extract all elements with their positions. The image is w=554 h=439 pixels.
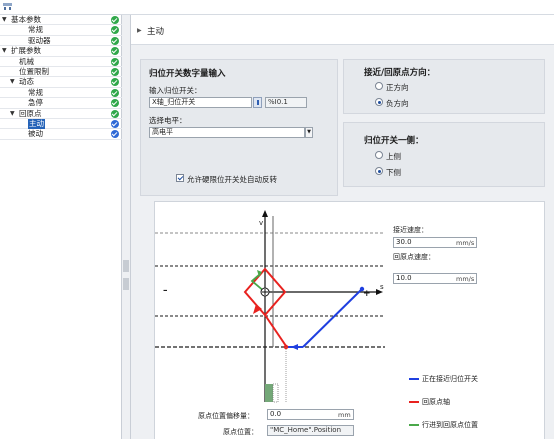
chevron-right-icon: ▶ — [137, 27, 142, 34]
tree-item-label: 位置限制 — [19, 67, 49, 76]
tree-item-label: 常规 — [28, 25, 43, 35]
panel-title: 接近/回原点方向： — [364, 68, 436, 78]
tree-item[interactable]: 被动 — [0, 129, 122, 140]
legend-travel-label: 行进到回原点位置 — [422, 421, 478, 429]
settings-content: ▶ 主动 归位开关数字量输入 输入归位开关： X轴_归位开关 %I0.1 选择电… — [131, 15, 554, 439]
side-upper-radio[interactable] — [375, 151, 383, 159]
offset-label: 原点位置偏移量： — [198, 412, 254, 420]
auto-reverse-checkbox[interactable] — [176, 174, 184, 182]
tree-item-label: 回原点 — [19, 108, 42, 118]
status-ok-icon — [111, 47, 119, 56]
section-header: ▶ 主动 — [131, 15, 554, 45]
chevron-down-icon[interactable]: ▼ — [305, 127, 313, 138]
tree-item[interactable]: 常规 — [0, 87, 122, 99]
legend-approach-label: 正在接近归位开关 — [422, 375, 478, 383]
direction-positive-radio[interactable] — [375, 82, 383, 90]
side-upper-label: 上侧 — [386, 152, 401, 161]
expand-toggle-icon[interactable]: ▼ — [10, 78, 15, 86]
legend-homing-line — [409, 401, 419, 403]
direction-positive-label: 正方向 — [386, 83, 409, 92]
homing-speed-label: 回原点速度： — [393, 253, 435, 261]
tree-item[interactable]: 主动 — [0, 119, 122, 130]
offset-unit: mm — [338, 411, 351, 419]
tree-item[interactable]: 急停 — [0, 98, 122, 109]
positive-sign: + — [363, 289, 371, 299]
tree-item-label: 被动 — [28, 129, 43, 139]
tree-item-label: 基本参数 — [11, 15, 41, 24]
tree-item[interactable]: 位置限制 — [0, 67, 122, 78]
status-ok-icon — [111, 36, 119, 45]
side-lower-radio[interactable] — [375, 167, 383, 175]
status-ok-icon — [111, 16, 119, 24]
network-view-icon[interactable] — [3, 3, 12, 11]
tree-item[interactable]: ▼ 扩展参数 — [0, 46, 122, 57]
v-axis-label: v — [259, 219, 264, 227]
level-select[interactable]: 高电平 — [149, 127, 305, 138]
status-ok-icon — [111, 130, 119, 139]
tree-item-label: 动态 — [19, 77, 34, 87]
tree-item-label: 扩展参数 — [11, 46, 41, 56]
status-ok-icon — [111, 78, 119, 87]
homing-speed-unit: mm/s — [456, 275, 475, 283]
input-switch-label: 输入归位开关： — [149, 86, 202, 95]
section-title: 主动 — [147, 27, 165, 37]
legend-approach-line — [409, 378, 419, 380]
legend-travel-line — [409, 424, 419, 426]
panel-title: 归位开关一侧： — [364, 136, 424, 146]
negative-sign: – — [163, 286, 168, 296]
tree-item-label: 主动 — [28, 119, 45, 129]
status-ok-icon — [111, 109, 119, 118]
side-lower-label: 下侧 — [386, 168, 401, 177]
status-ok-icon — [111, 57, 119, 66]
tree-item[interactable]: ▼ 动态 — [0, 77, 122, 88]
navigation-tree: ▼ 基本参数 常规 驱动器 ▼ 扩展参数 机械 位置限制 ▼ 动态 常规 急停 ▼ 回原点 主动 被动 — [0, 15, 122, 439]
home-position-field: "MC_Home".Position — [267, 425, 354, 436]
approach-speed-unit: mm/s — [456, 239, 475, 247]
tree-item-label: 驱动器 — [28, 35, 51, 45]
level-label: 选择电平： — [149, 116, 187, 125]
homing-switch-input-panel: 归位开关数字量输入 输入归位开关： X轴_归位开关 %I0.1 选择电平： 高电… — [140, 59, 338, 196]
tree-item[interactable]: ▼ 基本参数 — [0, 15, 122, 26]
homing-switch-input-field[interactable]: X轴_归位开关 — [149, 97, 252, 108]
expand-toggle-icon[interactable]: ▼ — [2, 16, 7, 24]
splitter-grip-bottom[interactable] — [123, 278, 129, 290]
approach-direction-panel: 接近/回原点方向： 正方向 负方向 — [343, 59, 545, 114]
tree-item[interactable]: ▼ 回原点 — [0, 109, 122, 119]
top-toolbar — [0, 0, 554, 15]
tree-item[interactable]: 驱动器 — [0, 35, 122, 47]
s-axis-label: s — [380, 283, 384, 291]
panel-title: 归位开关数字量输入 — [149, 69, 226, 79]
splitter-grip-top[interactable] — [123, 260, 129, 272]
legend-homing-label: 回原点轴 — [422, 398, 450, 406]
status-ok-icon — [111, 26, 119, 35]
status-ok-icon — [111, 120, 119, 128]
direction-negative-radio[interactable] — [375, 98, 383, 106]
panel-splitter[interactable] — [122, 15, 131, 439]
browse-tag-button[interactable] — [253, 97, 262, 108]
address-field: %I0.1 — [265, 97, 307, 108]
homing-diagram: v s – + 接近速度： 30.0 mm/s 回原点速度： 10.0 mm/s… — [154, 201, 545, 439]
tree-item-label: 机械 — [19, 56, 34, 66]
direction-negative-label: 负方向 — [386, 99, 409, 108]
tree-item-label: 急停 — [28, 98, 43, 108]
home-position-label: 原点位置： — [223, 428, 258, 436]
tree-item-label: 常规 — [28, 87, 43, 97]
status-ok-icon — [111, 99, 119, 108]
tree-item[interactable]: 常规 — [0, 25, 122, 36]
approach-speed-label: 接近速度： — [393, 226, 428, 234]
tree-item[interactable]: 机械 — [0, 57, 122, 67]
homing-motion-graphic — [155, 210, 385, 403]
expand-toggle-icon[interactable]: ▼ — [2, 47, 7, 55]
auto-reverse-label: 允许硬限位开关处自动反转 — [187, 175, 277, 184]
switch-side-panel: 归位开关一侧： 上侧 下侧 — [343, 122, 545, 187]
expand-toggle-icon[interactable]: ▼ — [10, 110, 15, 118]
status-ok-icon — [111, 68, 119, 76]
status-ok-icon — [111, 88, 119, 97]
